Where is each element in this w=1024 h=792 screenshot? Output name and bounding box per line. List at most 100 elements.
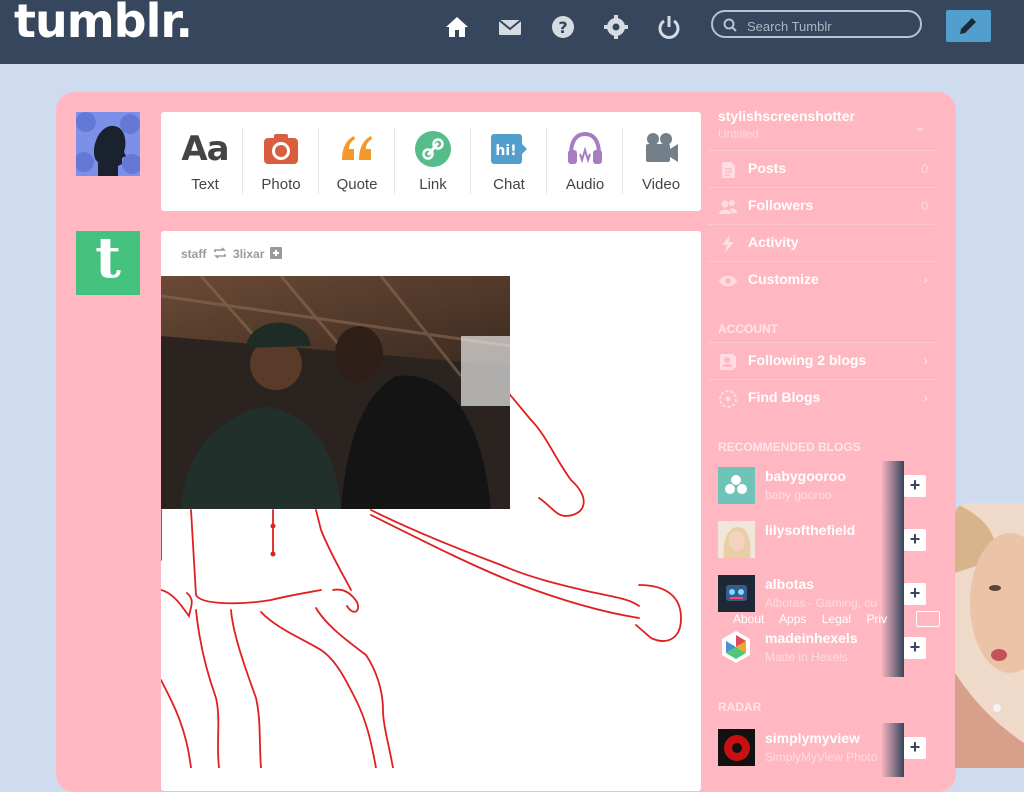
people-icon (719, 200, 737, 214)
reblog-icon (213, 247, 226, 259)
blog-description: Albotas - Gaming, cu (765, 596, 878, 610)
link-icon (415, 131, 451, 167)
sidebar-item-label: Posts (748, 160, 787, 176)
user-avatar[interactable] (74, 112, 142, 176)
blog-name[interactable]: stylishscreenshotter (718, 108, 855, 124)
post-type-link[interactable]: Link (395, 112, 471, 211)
search-box[interactable] (711, 10, 922, 38)
chat-icon: hi! (491, 134, 527, 164)
sidebar-item-label: Followers (748, 197, 814, 213)
blog-description: baby gooroo (765, 488, 832, 502)
chevron-right-icon: › (923, 389, 928, 405)
post-type-label: Link (419, 176, 447, 193)
mail-icon[interactable] (497, 14, 523, 40)
silhouette-icon (74, 112, 142, 176)
recommended-blog[interactable]: madeinhexels Made in Hexels + (708, 623, 938, 677)
radar-blog[interactable]: simplymyview SimplyMyView Photo + (708, 723, 938, 777)
pencil-icon (960, 18, 976, 34)
post-type-quote[interactable]: Quote (319, 112, 395, 211)
help-icon[interactable]: ? (550, 14, 576, 40)
blog-avatar (718, 521, 755, 558)
reblogged-from-link[interactable]: 3lixar (233, 247, 264, 261)
video-camera-icon (646, 133, 678, 162)
post-type-text[interactable]: Aa Text (167, 112, 243, 211)
tumblr-logo[interactable]: tumblr. (14, 0, 193, 48)
sidebar-item-followers[interactable]: Followers 0 (708, 187, 938, 225)
post-type-label: Video (641, 176, 681, 193)
sidebar-item-activity[interactable]: Activity (708, 224, 938, 262)
document-icon (722, 162, 735, 178)
lightning-icon (722, 235, 734, 253)
post-type-label: Text (191, 176, 219, 193)
post-author-link[interactable]: staff (181, 247, 206, 261)
chevron-right-icon: › (923, 352, 928, 368)
post-header: staff 3lixar (181, 247, 282, 261)
follow-plus-icon[interactable] (269, 247, 282, 259)
headphones-icon (568, 131, 602, 164)
chevron-right-icon: › (923, 271, 928, 287)
post-type-chat[interactable]: hi! Chat (471, 112, 547, 211)
quote-icon (342, 136, 372, 160)
sidebar-item-label: Following 2 blogs (748, 352, 867, 368)
follow-button[interactable]: + (904, 637, 926, 659)
post-type-label: Audio (565, 176, 605, 193)
sidebar-item-label: Customize (748, 271, 819, 287)
face-image (955, 503, 1024, 768)
power-icon[interactable] (656, 14, 682, 40)
sidebar-item-posts[interactable]: Posts 0 (708, 150, 938, 188)
post-type-audio[interactable]: Audio (547, 112, 623, 211)
sidebar-item-find-blogs[interactable]: Find Blogs › (708, 379, 938, 417)
sidebar-item-count: 0 (921, 162, 928, 176)
side-photo-ad[interactable] (955, 503, 1024, 768)
post-type-video[interactable]: Video (623, 112, 699, 211)
account-section-title: ACCOUNT (718, 322, 778, 336)
radar-section-title: RADAR (718, 700, 762, 714)
following-icon (720, 354, 736, 370)
photo-image (161, 276, 510, 509)
follow-button[interactable]: + (904, 529, 926, 551)
post-type-photo[interactable]: Photo (243, 112, 319, 211)
blog-avatar (718, 629, 755, 666)
text-icon: Aa (181, 129, 229, 169)
sidebar-item-label: Activity (748, 234, 799, 250)
staff-avatar[interactable]: t (76, 225, 140, 295)
search-input[interactable] (745, 16, 917, 36)
sidebar-item-customize[interactable]: Customize › (708, 261, 938, 299)
blog-name: babygooroo (765, 468, 846, 484)
home-icon[interactable] (444, 14, 470, 40)
search-icon (723, 18, 737, 32)
blog-avatar (718, 729, 755, 766)
blog-description: Made in Hexels (765, 650, 848, 664)
blog-avatar (718, 467, 755, 504)
top-navigation-bar: tumblr. ? (0, 0, 1024, 64)
post-photo[interactable] (161, 276, 510, 509)
recommended-section-title: RECOMMENDED BLOGS (718, 440, 861, 454)
recommended-blog[interactable]: babygooroo baby gooroo + (708, 461, 938, 515)
blog-name: albotas (765, 576, 815, 592)
gear-icon[interactable] (603, 14, 629, 40)
blog-subtitle: Untitled (718, 127, 759, 141)
chevron-down-icon[interactable]: ⌄ (914, 118, 926, 135)
follow-button[interactable]: + (904, 583, 926, 605)
follow-button[interactable]: + (904, 737, 926, 759)
camera-icon (264, 134, 298, 164)
blog-name: simplymyview (765, 730, 860, 746)
tumblr-t-logo: t (95, 225, 121, 291)
sidebar-item-following[interactable]: Following 2 blogs › (708, 342, 938, 380)
svg-text:?: ? (558, 18, 567, 37)
post-type-label: Photo (261, 176, 301, 193)
sidebar-item-count: 0 (921, 199, 928, 213)
blog-name: madeinhexels (765, 630, 858, 646)
blog-description: SimplyMyView Photo (765, 750, 878, 764)
post-type-label: Quote (336, 176, 378, 193)
eye-icon (719, 275, 737, 287)
post-type-bar: Aa Text Photo Quote Link hi! Chat Audio … (161, 112, 701, 211)
recommended-blog[interactable]: lilysofthefield + (708, 515, 938, 569)
sidebar-item-label: Find Blogs (748, 389, 821, 405)
compose-button[interactable] (946, 10, 991, 42)
blog-avatar (718, 575, 755, 612)
svg-text:hi!: hi! (495, 143, 516, 159)
follow-button[interactable]: + (904, 475, 926, 497)
post-type-label: Chat (493, 176, 525, 193)
blog-name: lilysofthefield (765, 522, 856, 538)
